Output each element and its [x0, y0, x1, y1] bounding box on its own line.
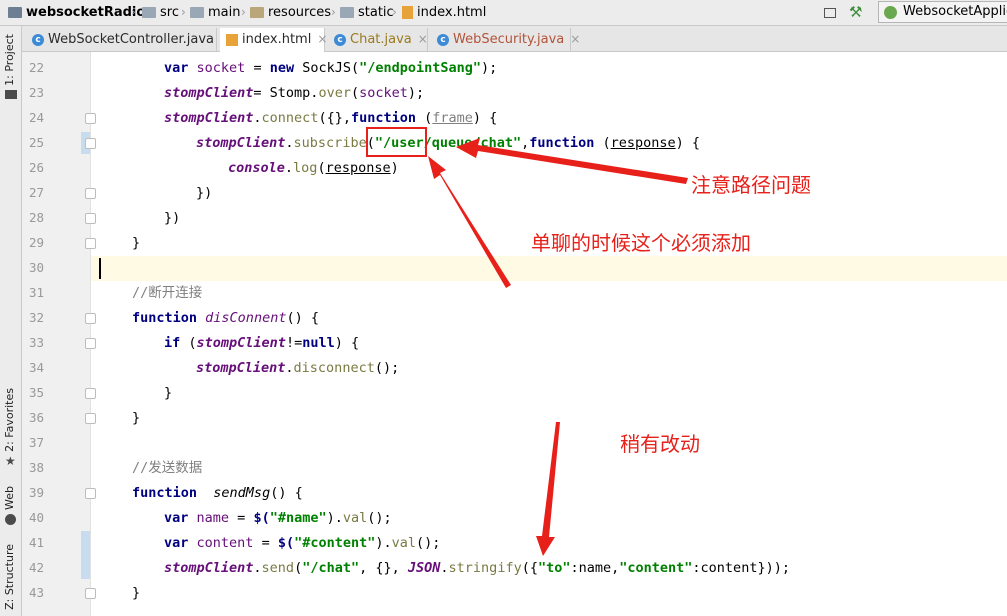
annotation-changed-note: 稍有改动 [620, 432, 700, 456]
arrow-single-chat [428, 156, 511, 288]
arrow-to-path [456, 138, 688, 184]
annotation-single-chat-note: 单聊的时候这个必须添加 [531, 231, 751, 255]
annotation-path-note: 注意路径问题 [691, 173, 811, 197]
arrow-changed [536, 422, 560, 556]
annotation-arrows [428, 138, 688, 556]
